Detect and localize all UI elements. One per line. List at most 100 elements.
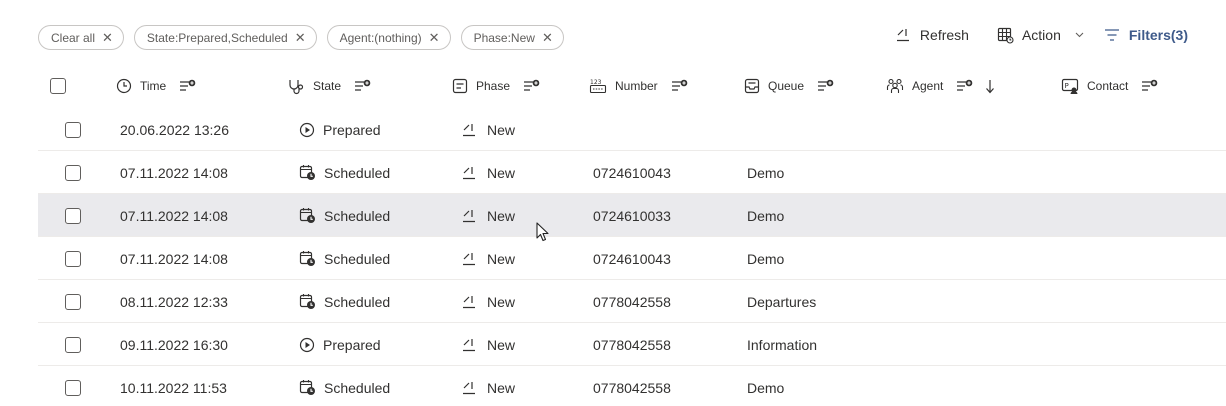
- filter-chip-agent[interactable]: Agent:(nothing) ✕: [326, 25, 451, 50]
- table-row[interactable]: 07.11.2022 14:08 Scheduled New 0724610043 De…: [38, 237, 1226, 280]
- row-checkbox[interactable]: [65, 379, 81, 396]
- state-label: Scheduled: [324, 207, 391, 224]
- phase-cell: New: [461, 194, 515, 237]
- column-label: State: [313, 79, 342, 93]
- row-checkbox-cell: [65, 194, 81, 237]
- phase-label: New: [487, 250, 516, 267]
- phase-cell: New: [461, 323, 515, 366]
- column-header-state[interactable]: State: [288, 66, 371, 106]
- number-cell: 0778042558: [593, 379, 671, 396]
- table-row[interactable]: 10.11.2022 11:53 Scheduled New 0778042558 De…: [38, 366, 1226, 406]
- table-row[interactable]: 08.11.2022 12:33 Scheduled New 0778042558 De…: [38, 280, 1226, 323]
- state-cell: Scheduled: [299, 366, 390, 406]
- phase-new-icon: [461, 122, 477, 138]
- column-menu-icon[interactable]: [956, 79, 973, 93]
- refresh-button[interactable]: Refresh: [895, 27, 969, 43]
- row-checkbox[interactable]: [65, 121, 81, 138]
- state-cell: Scheduled: [299, 194, 390, 237]
- time-cell: 20.06.2022 13:26: [120, 121, 229, 138]
- column-header-agent[interactable]: Agent: [886, 66, 995, 106]
- queue-cell: Demo: [747, 379, 785, 396]
- table-header: Time State Phase 123 Number Queue Agent …: [38, 66, 1226, 106]
- action-label: Action: [1021, 27, 1061, 43]
- phase-new-icon: [461, 337, 477, 353]
- phase-label: New: [487, 293, 516, 310]
- number-123-icon: 123: [589, 78, 607, 94]
- column-menu-icon[interactable]: [179, 79, 196, 93]
- state-label: Scheduled: [324, 379, 391, 396]
- action-menu-button[interactable]: Action: [997, 27, 1084, 44]
- contact-card-icon: P: [1061, 78, 1079, 94]
- row-checkbox-cell: [65, 237, 81, 280]
- phase-new-icon: [461, 251, 477, 267]
- state-cell: Scheduled: [299, 151, 390, 194]
- column-menu-icon[interactable]: [354, 79, 371, 93]
- phase-new-icon: [461, 294, 477, 310]
- row-checkbox[interactable]: [65, 293, 81, 310]
- row-checkbox[interactable]: [65, 207, 81, 224]
- clock-icon: [116, 78, 132, 94]
- select-all-checkbox-cell: [50, 66, 66, 106]
- filter-chip-state[interactable]: State:Prepared,Scheduled ✕: [133, 25, 317, 50]
- chip-label: Clear all: [51, 30, 96, 45]
- refresh-label: Refresh: [919, 27, 969, 43]
- phase-label: New: [487, 379, 516, 396]
- row-checkbox-cell: [65, 280, 81, 323]
- time-cell: 07.11.2022 14:08: [120, 164, 228, 181]
- time-cell: 10.11.2022 11:53: [120, 379, 227, 396]
- column-menu-icon[interactable]: [817, 79, 834, 93]
- column-menu-icon[interactable]: [671, 79, 688, 93]
- phase-cell: New: [461, 108, 515, 151]
- filters-label: Filters(3): [1128, 27, 1188, 43]
- column-label: Agent: [912, 79, 944, 93]
- table-row[interactable]: 07.11.2022 14:08 Scheduled New 0724610043 De…: [38, 151, 1226, 194]
- calendar-clock-icon: [299, 207, 316, 224]
- column-header-phase[interactable]: Phase: [452, 66, 540, 106]
- number-cell: 0724610043: [593, 164, 671, 181]
- sort-descending-arrow-icon[interactable]: [985, 79, 995, 94]
- column-header-contact[interactable]: P Contact: [1061, 66, 1158, 106]
- toolbar: Refresh Action Filters(3): [895, 22, 1188, 48]
- time-cell: 09.11.2022 16:30: [120, 336, 228, 353]
- number-cell: 0778042558: [593, 293, 671, 310]
- svg-text:P: P: [1065, 82, 1069, 90]
- row-checkbox[interactable]: [65, 336, 81, 353]
- phase-new-icon: [461, 380, 477, 396]
- calendar-clock-icon: [299, 379, 316, 396]
- filter-chip-phase[interactable]: Phase:New ✕: [460, 25, 564, 50]
- row-checkbox[interactable]: [65, 250, 81, 267]
- select-all-checkbox[interactable]: [50, 78, 66, 94]
- close-icon[interactable]: ✕: [102, 31, 113, 44]
- column-menu-icon[interactable]: [1141, 79, 1158, 93]
- filters-button[interactable]: Filters(3): [1104, 27, 1188, 43]
- phase-label: New: [487, 207, 516, 224]
- column-header-queue[interactable]: Queue: [744, 66, 834, 106]
- chevron-down-icon: [1075, 32, 1084, 38]
- table-row[interactable]: 20.06.2022 13:26 Prepared New: [38, 108, 1226, 151]
- row-checkbox-cell: [65, 108, 81, 151]
- filter-lines-icon: [1104, 28, 1120, 42]
- filter-chip-bar: Clear all ✕ State:Prepared,Scheduled ✕ A…: [38, 25, 564, 50]
- table-row[interactable]: 07.11.2022 14:08 Scheduled New 0724610033 De…: [38, 194, 1226, 237]
- close-icon[interactable]: ✕: [295, 31, 306, 44]
- calendar-clock-icon: [299, 164, 316, 181]
- column-header-number[interactable]: 123 Number: [589, 66, 688, 106]
- phase-label: New: [487, 336, 516, 353]
- clear-all-chip[interactable]: Clear all ✕: [38, 25, 124, 50]
- column-label: Time: [140, 79, 167, 93]
- calendar-clock-icon: [299, 250, 316, 267]
- column-header-time[interactable]: Time: [116, 66, 196, 106]
- time-cell: 07.11.2022 14:08: [120, 207, 228, 224]
- column-label: Contact: [1087, 79, 1129, 93]
- queue-tray-icon: [744, 78, 760, 94]
- time-cell: 07.11.2022 14:08: [120, 250, 228, 267]
- column-menu-icon[interactable]: [523, 79, 540, 93]
- close-icon[interactable]: ✕: [542, 31, 553, 44]
- time-cell: 08.11.2022 12:33: [120, 293, 228, 310]
- number-cell: 0724610033: [593, 207, 671, 224]
- row-checkbox[interactable]: [65, 164, 81, 181]
- close-icon[interactable]: ✕: [429, 31, 440, 44]
- state-label: Scheduled: [324, 293, 391, 310]
- table-row[interactable]: 09.11.2022 16:30 Prepared New 0778042558 Inf…: [38, 323, 1226, 366]
- state-label: Prepared: [323, 121, 381, 138]
